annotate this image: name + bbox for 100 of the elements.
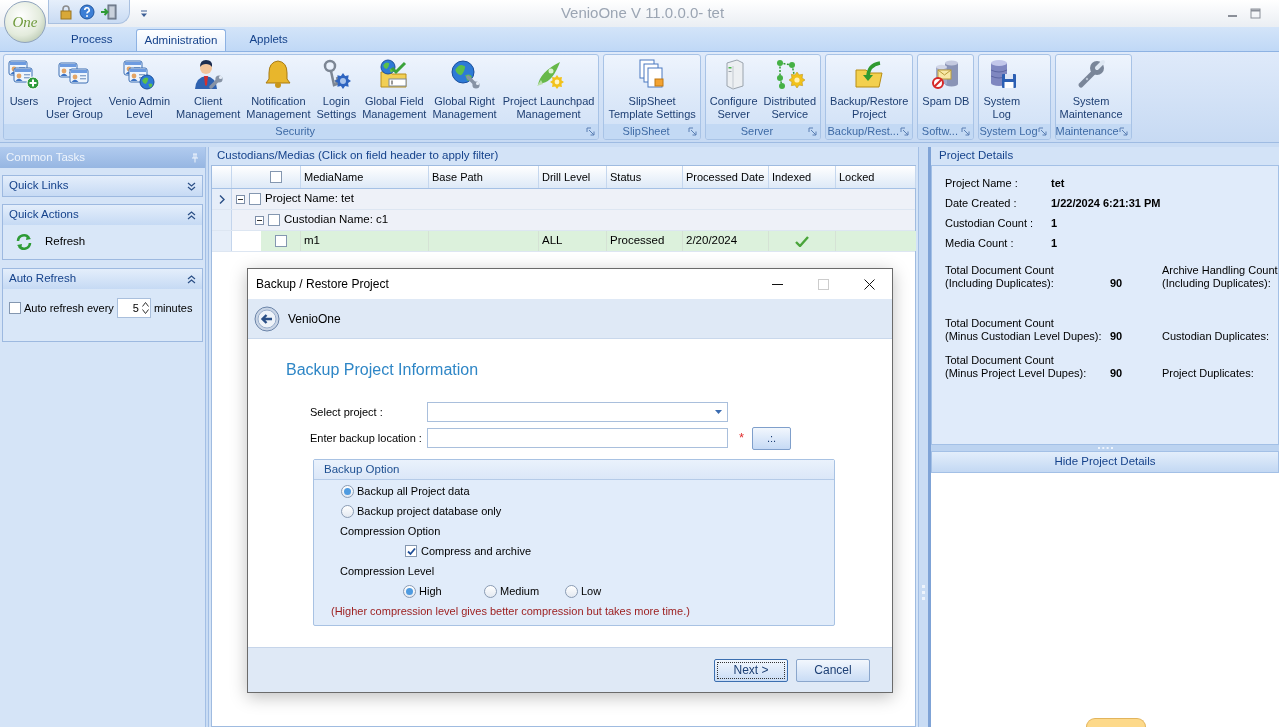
launcher-icon[interactable] bbox=[808, 127, 818, 136]
ribbon-button[interactable]: Global Field Management bbox=[359, 58, 430, 121]
ribbon-button[interactable]: Project User Group bbox=[43, 58, 106, 121]
radio-button[interactable] bbox=[341, 484, 354, 498]
field-label: Archive Handling Count (Including Duplicates): bbox=[1162, 264, 1278, 290]
field-value: 1 bbox=[1051, 235, 1058, 251]
launcher-icon[interactable] bbox=[1118, 127, 1128, 136]
column-header[interactable]: Status bbox=[607, 166, 683, 188]
column-header[interactable]: Processed Date bbox=[683, 166, 769, 188]
door-arrow-icon[interactable] bbox=[100, 3, 118, 20]
help-icon[interactable] bbox=[79, 3, 95, 20]
row-indicator[interactable] bbox=[212, 189, 232, 209]
ribbon-button[interactable]: Users bbox=[5, 58, 43, 108]
radio-button[interactable] bbox=[403, 584, 416, 598]
option-label: Compress and archive bbox=[421, 543, 532, 559]
caret-icon[interactable] bbox=[140, 9, 148, 18]
ribbon-button[interactable]: Global Right Management bbox=[429, 58, 500, 121]
ribbon-button[interactable]: SlipSheet Template Settings bbox=[605, 58, 699, 121]
group-label: System Log bbox=[979, 125, 1038, 138]
row-pointer-icon bbox=[218, 194, 225, 204]
dialog-button[interactable]: Next > bbox=[714, 658, 788, 682]
option-label: Compression Option bbox=[340, 523, 441, 539]
checkbox[interactable] bbox=[274, 235, 287, 247]
field-label: Total Document Count (Minus Custodian Level Dupes): bbox=[945, 317, 1103, 343]
radio-button[interactable] bbox=[341, 504, 354, 518]
option-label: Backup project database only bbox=[357, 503, 502, 519]
checkbox[interactable] bbox=[268, 214, 280, 226]
ribbon-button[interactable]: Distributed Service bbox=[760, 58, 820, 121]
id-cards-globe-icon bbox=[123, 58, 156, 90]
checkbox[interactable] bbox=[269, 171, 282, 183]
ribbon-button[interactable]: Notification Management bbox=[243, 58, 314, 121]
grip-icon[interactable] bbox=[922, 584, 925, 600]
column-header[interactable]: MediaName bbox=[301, 166, 429, 188]
ribbon-button[interactable]: System Maintenance bbox=[1056, 58, 1126, 121]
lock-icon[interactable] bbox=[58, 3, 74, 20]
maximize-icon[interactable] bbox=[1250, 8, 1261, 19]
checkbox[interactable] bbox=[249, 193, 261, 205]
radio-button[interactable] bbox=[484, 584, 497, 598]
checkbox[interactable] bbox=[9, 302, 21, 314]
ribbon-button[interactable]: Spam DB bbox=[919, 58, 973, 108]
launcher-icon[interactable] bbox=[687, 127, 697, 136]
option-label: Backup all Project data bbox=[357, 483, 470, 499]
ribbon-button[interactable]: System Log bbox=[980, 58, 1024, 121]
launcher-icon[interactable] bbox=[1037, 127, 1047, 136]
group-label: Project Name: tet bbox=[265, 191, 354, 207]
circle-illustration bbox=[1086, 718, 1146, 727]
dropdown-field[interactable] bbox=[427, 402, 728, 422]
column-header[interactable]: Base Path bbox=[429, 166, 539, 188]
panel-title: Custodians/Medias (Click on field header to apply filter) bbox=[217, 148, 499, 164]
group-label: SlipSheet bbox=[622, 125, 670, 138]
ribbon-button[interactable]: Configure Server bbox=[706, 58, 761, 121]
section-header[interactable]: Quick Actions bbox=[3, 205, 202, 225]
field-label: Custodian Count : bbox=[945, 215, 1035, 231]
section-header[interactable]: Auto Refresh bbox=[3, 269, 202, 289]
field-value: 90 bbox=[1110, 277, 1124, 290]
field-label: Select project : bbox=[310, 404, 384, 420]
collapse-icon[interactable] bbox=[255, 215, 264, 225]
field-value: 90 bbox=[1110, 367, 1124, 380]
collapse-icon[interactable] bbox=[236, 194, 245, 204]
ribbon-button[interactable]: Backup/Restore Project bbox=[827, 58, 912, 121]
unit-label: minutes bbox=[153, 300, 193, 316]
close-icon[interactable] bbox=[863, 278, 875, 290]
launcher-icon[interactable] bbox=[961, 127, 971, 136]
data-row[interactable]: m1 ALL Processed 2/20/2024 bbox=[261, 231, 916, 251]
ribbon-tab[interactable]: Process bbox=[62, 29, 122, 51]
launcher-icon[interactable] bbox=[900, 127, 910, 136]
dialog-button[interactable]: Cancel bbox=[796, 658, 870, 682]
chevron-down-icon[interactable] bbox=[187, 181, 196, 191]
field-label: Media Count : bbox=[945, 235, 1015, 251]
input-field[interactable] bbox=[427, 428, 728, 448]
column-header[interactable]: Locked bbox=[836, 166, 916, 188]
group-row[interactable]: Project Name: tet bbox=[212, 189, 915, 210]
chevron-up-icon[interactable] bbox=[187, 274, 196, 284]
group-label: Server bbox=[740, 125, 774, 138]
ribbon-button[interactable]: Login Settings bbox=[313, 58, 360, 121]
section-heading: Backup Project Information bbox=[286, 360, 479, 380]
hide-details-button[interactable]: Hide Project Details bbox=[931, 451, 1279, 473]
ribbon-button[interactable]: Project Launchpad Management bbox=[499, 58, 598, 121]
ribbon-tab[interactable]: Applets bbox=[240, 29, 297, 51]
group-label: Backup/Rest... bbox=[827, 125, 899, 138]
browse-button[interactable]: .:. bbox=[752, 426, 792, 450]
column-header[interactable]: Drill Level bbox=[539, 166, 607, 188]
person-wrench-icon bbox=[192, 58, 225, 90]
ribbon-tab[interactable]: Administration bbox=[135, 29, 227, 51]
group-label: Custodian Name: c1 bbox=[284, 212, 389, 228]
radio-button[interactable] bbox=[565, 584, 578, 598]
group-row[interactable]: Custodian Name: c1 bbox=[212, 210, 915, 231]
field-label: Date Created : bbox=[945, 195, 1018, 211]
chevron-up-icon[interactable] bbox=[187, 210, 196, 220]
pin-icon[interactable] bbox=[191, 152, 199, 163]
ribbon-button[interactable]: Venio Admin Level bbox=[105, 58, 173, 121]
spin-field[interactable]: 5 bbox=[116, 298, 151, 318]
launcher-icon[interactable] bbox=[586, 127, 596, 136]
maximize-icon[interactable] bbox=[817, 278, 829, 290]
spin-arrows-icon bbox=[141, 301, 149, 315]
column-header[interactable]: Indexed bbox=[769, 166, 836, 188]
field-label: Project Name : bbox=[945, 175, 1019, 191]
checkbox[interactable] bbox=[405, 545, 417, 557]
back-icon[interactable] bbox=[254, 305, 280, 332]
ribbon-button[interactable]: Client Management bbox=[173, 58, 244, 121]
